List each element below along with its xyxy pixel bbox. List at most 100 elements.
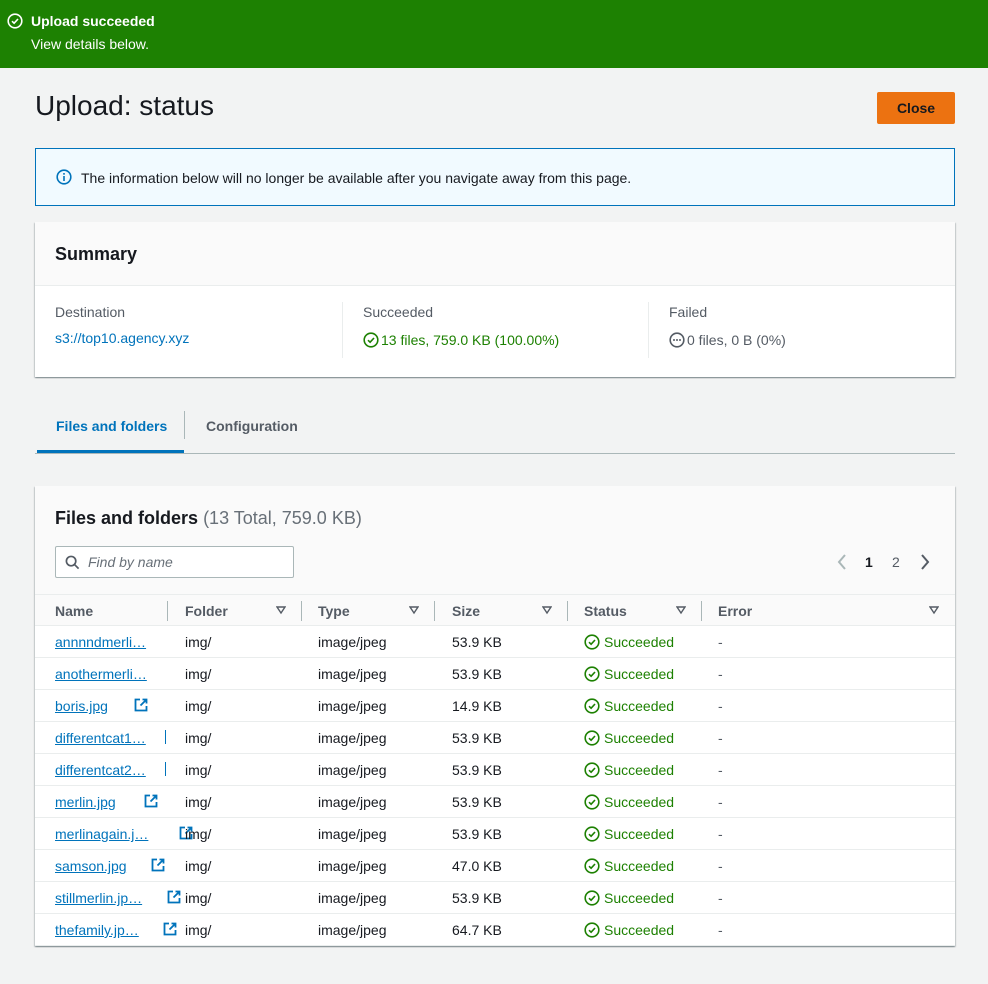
column-resizer[interactable] (167, 601, 168, 621)
external-link-icon[interactable] (144, 794, 158, 808)
status-text: Succeeded (604, 890, 675, 906)
file-folder-cell: img/ (185, 762, 212, 778)
table-row: anothermerli… img/image/jpeg 53.9 KB Succee… (35, 658, 955, 690)
search-input[interactable] (88, 551, 288, 573)
file-error-cell: - (718, 858, 723, 874)
alert-text: The information below will no longer be … (81, 170, 632, 186)
file-name-link[interactable]: annnndmerli… (55, 634, 146, 650)
file-name-cell: differentcat1… (55, 730, 169, 746)
external-link-icon[interactable] (165, 730, 166, 744)
column-resizer[interactable] (301, 601, 302, 621)
status-cell: Succeeded (584, 698, 674, 714)
page-1-button[interactable]: 1 (865, 554, 873, 578)
success-icon (584, 794, 600, 810)
tab-files-and-folders[interactable]: Files and folders (37, 405, 184, 453)
file-error-cell: - (718, 762, 723, 778)
tabs-bar: Files and folders Configuration (35, 405, 955, 454)
column-resizer[interactable] (567, 601, 568, 621)
file-name-cell: anothermerli… (55, 666, 169, 682)
status-cell: Succeeded (584, 922, 674, 938)
tab-divider (184, 411, 185, 439)
status-text: Succeeded (604, 826, 675, 842)
file-type-cell: image/jpeg (318, 634, 387, 650)
column-header-type[interactable]: Type (318, 603, 350, 619)
status-text: Succeeded (604, 666, 675, 682)
files-table-container: Files and folders (13 Total, 759.0 KB) 1… (35, 486, 955, 946)
file-name-link[interactable]: differentcat2… (55, 762, 146, 778)
tab-configuration[interactable]: Configuration (206, 405, 298, 453)
table-row: annnndmerli… img/image/jpeg 53.9 KB Succeed… (35, 626, 955, 658)
sort-down-icon[interactable] (676, 605, 686, 615)
file-error-cell: - (718, 666, 723, 682)
sort-down-icon[interactable] (929, 605, 939, 615)
external-link-icon[interactable] (165, 762, 166, 776)
success-icon (584, 762, 600, 778)
sort-down-icon[interactable] (276, 605, 286, 615)
file-folder-cell: img/ (185, 698, 212, 714)
chevron-left-icon[interactable] (835, 550, 849, 574)
summary-header: Summary (35, 222, 955, 286)
file-name-link[interactable]: thefamily.jp… (55, 922, 139, 938)
file-error-cell: - (718, 826, 723, 842)
destination-label: Destination (55, 304, 126, 320)
pending-icon (669, 332, 685, 348)
status-text: Succeeded (604, 794, 675, 810)
success-flash-banner: Upload succeeded View details below. (0, 0, 988, 68)
file-size-cell: 64.7 KB (452, 922, 502, 938)
file-error-cell: - (718, 794, 723, 810)
file-name-link[interactable]: boris.jpg (55, 698, 108, 714)
column-header-folder[interactable]: Folder (185, 603, 228, 619)
status-text: Succeeded (604, 922, 675, 938)
success-icon (584, 730, 600, 746)
page-2-button[interactable]: 2 (892, 554, 900, 578)
status-cell: Succeeded (584, 794, 674, 810)
destination-link[interactable]: s3://top10.agency.xyz (55, 330, 189, 346)
file-name-cell: annnndmerli… (55, 634, 169, 650)
file-name-link[interactable]: samson.jpg (55, 858, 127, 874)
external-link-icon[interactable] (134, 698, 148, 712)
file-error-cell: - (718, 634, 723, 650)
flash-subtitle: View details below. (31, 36, 150, 52)
status-cell: Succeeded (584, 762, 674, 778)
info-alert: The information below will no longer be … (35, 148, 955, 206)
file-size-cell: 47.0 KB (452, 858, 502, 874)
file-folder-cell: img/ (185, 890, 212, 906)
table-row: differentcat1… img/image/jpeg 53.9 KB Succe… (35, 722, 955, 754)
column-header-status[interactable]: Status (584, 603, 627, 619)
column-header-size[interactable]: Size (452, 603, 480, 619)
column-resizer[interactable] (701, 601, 702, 621)
status-text: Succeeded (604, 730, 675, 746)
file-type-cell: image/jpeg (318, 730, 387, 746)
column-header-error[interactable]: Error (718, 603, 752, 619)
external-link-icon[interactable] (151, 858, 165, 872)
file-error-cell: - (718, 698, 723, 714)
close-button[interactable]: Close (877, 92, 955, 124)
page-title: Upload: status (35, 90, 214, 121)
column-header-name[interactable]: Name (55, 603, 93, 619)
sort-down-icon[interactable] (542, 605, 552, 615)
search-field[interactable] (55, 546, 294, 578)
file-type-cell: image/jpeg (318, 666, 387, 682)
table-row: samson.jpg img/image/jpeg 47.0 KB Succeeded… (35, 850, 955, 882)
file-folder-cell: img/ (185, 794, 212, 810)
table-row: boris.jpg img/image/jpeg 14.9 KB Succeeded - (35, 690, 955, 722)
table-row: merlin.jpg img/image/jpeg 53.9 KB Succeeded… (35, 786, 955, 818)
sort-down-icon[interactable] (409, 605, 419, 615)
failed-column: Failed 0 files, 0 B (0%) (669, 304, 786, 348)
file-name-link[interactable]: stillmerlin.jp… (55, 890, 142, 906)
file-name-cell: merlinagain.j… (55, 826, 169, 842)
file-name-link[interactable]: anothermerli… (55, 666, 147, 682)
file-name-link[interactable]: merlin.jpg (55, 794, 116, 810)
file-name-link[interactable]: merlinagain.j… (55, 826, 148, 842)
status-cell: Succeeded (584, 826, 674, 842)
chevron-right-icon[interactable] (918, 550, 932, 574)
file-name-link[interactable]: differentcat1… (55, 730, 146, 746)
status-cell: Succeeded (584, 634, 674, 650)
external-link-icon[interactable] (163, 922, 177, 936)
status-cell: Succeeded (584, 858, 674, 874)
files-title: Files and folders (13 Total, 759.0 KB) (55, 508, 362, 529)
status-cell: Succeeded (584, 666, 674, 682)
file-type-cell: image/jpeg (318, 698, 387, 714)
column-resizer[interactable] (434, 601, 435, 621)
external-link-icon[interactable] (167, 890, 181, 904)
